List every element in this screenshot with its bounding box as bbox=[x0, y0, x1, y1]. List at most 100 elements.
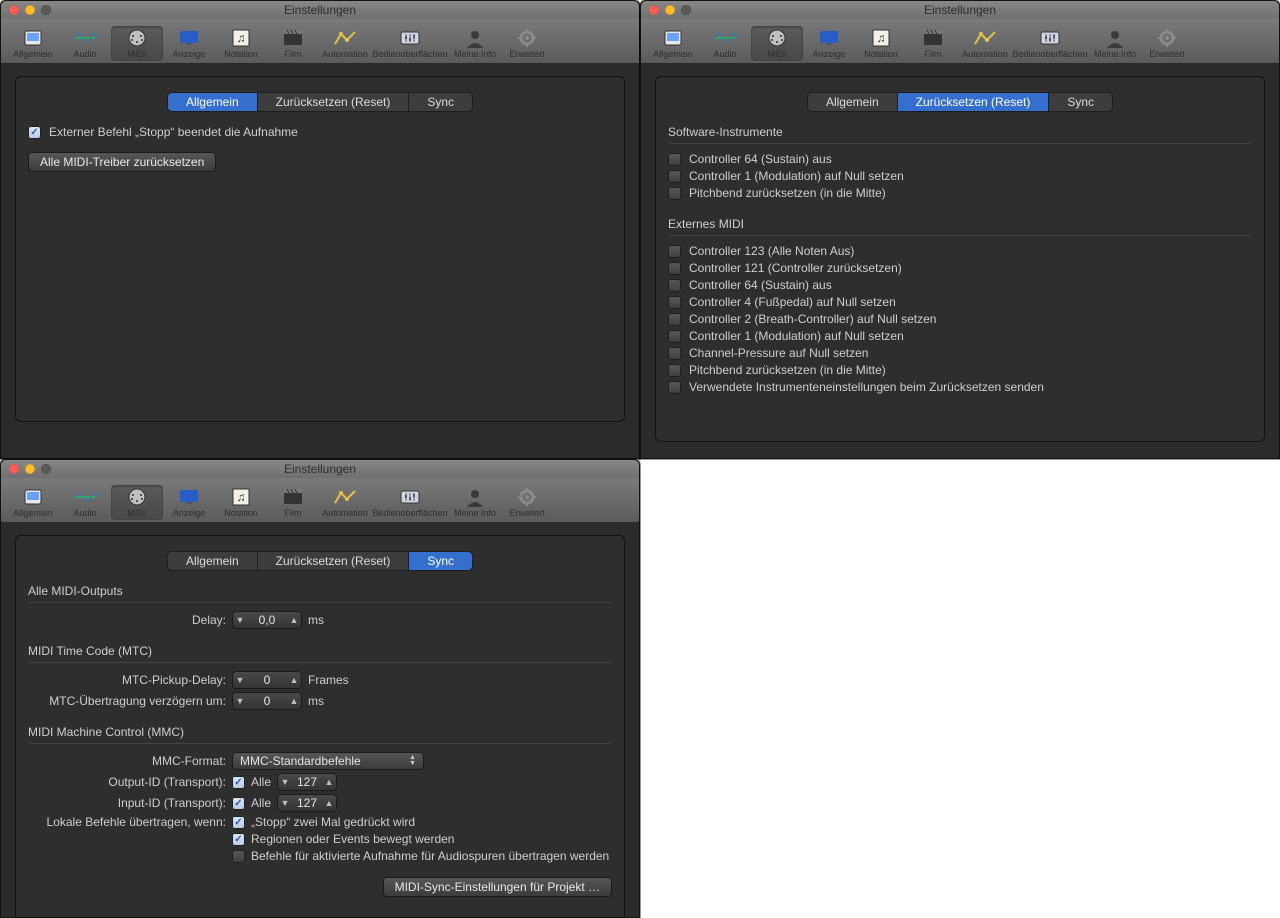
toolbar-notation[interactable]: ♫Notation bbox=[855, 26, 907, 61]
checkbox-icon[interactable] bbox=[668, 262, 681, 275]
tab-allgemein[interactable]: Allgemein bbox=[168, 93, 258, 111]
toolbar-automation[interactable]: Automation bbox=[959, 26, 1011, 61]
toolbar-bedien[interactable]: Bedienoberflächen bbox=[371, 485, 449, 520]
subtab-segmented[interactable]: Allgemein Zurücksetzen (Reset) Sync bbox=[168, 552, 472, 570]
checkbox-icon[interactable] bbox=[668, 330, 681, 343]
stepper-up-icon[interactable]: ▲ bbox=[321, 798, 337, 808]
checkbox-row[interactable]: Pitchbend zurücksetzen (in die Mitte) bbox=[668, 186, 1252, 200]
subtab-segmented[interactable]: Allgemein Zurücksetzen (Reset) Sync bbox=[808, 93, 1112, 111]
toolbar-film[interactable]: Film bbox=[907, 26, 959, 61]
checkbox-icon[interactable] bbox=[668, 245, 681, 258]
project-sync-settings-button[interactable]: MIDI-Sync-Einstellungen für Projekt … bbox=[383, 877, 612, 897]
checkbox-row[interactable]: Controller 4 (Fußpedal) auf Null setzen bbox=[668, 295, 1252, 309]
close-icon[interactable] bbox=[9, 5, 19, 15]
toolbar-audio[interactable]: Audio bbox=[699, 26, 751, 61]
toolbar-bedien[interactable]: Bedienoberflächen bbox=[1011, 26, 1089, 61]
close-icon[interactable] bbox=[649, 5, 659, 15]
delay-stepper[interactable]: ▼ 0,0 ▲ bbox=[232, 611, 302, 629]
toolbar-allgemein[interactable]: Allgemein bbox=[647, 26, 699, 61]
tab-sync[interactable]: Sync bbox=[409, 552, 472, 570]
stepper-up-icon[interactable]: ▲ bbox=[286, 696, 302, 706]
local-regions-checkbox[interactable] bbox=[232, 833, 245, 846]
checkbox-row[interactable]: Controller 64 (Sustain) aus bbox=[668, 278, 1252, 292]
checkbox-row[interactable]: Pitchbend zurücksetzen (in die Mitte) bbox=[668, 363, 1252, 377]
zoom-icon[interactable] bbox=[681, 5, 691, 15]
checkbox-icon[interactable] bbox=[668, 313, 681, 326]
tab-reset[interactable]: Zurücksetzen (Reset) bbox=[258, 552, 410, 570]
titlebar[interactable]: Einstellungen bbox=[641, 1, 1279, 19]
toolbar-film[interactable]: Film bbox=[267, 26, 319, 61]
mtc-tx-stepper[interactable]: ▼ 0 ▲ bbox=[232, 692, 302, 710]
checkbox-icon[interactable] bbox=[668, 381, 681, 394]
close-icon[interactable] bbox=[9, 464, 19, 474]
zoom-icon[interactable] bbox=[41, 5, 51, 15]
input-id-all-checkbox[interactable] bbox=[232, 797, 245, 810]
stepper-down-icon[interactable]: ▼ bbox=[277, 777, 293, 787]
toolbar-erweitert[interactable]: Erweitert bbox=[1141, 26, 1193, 61]
toolbar-audio[interactable]: Audio bbox=[59, 485, 111, 520]
toolbar-meineinfo[interactable]: Meine Info bbox=[1089, 26, 1141, 61]
local-record-checkbox[interactable] bbox=[232, 850, 245, 863]
toolbar-anzeige[interactable]: Anzeige bbox=[803, 26, 855, 61]
tab-allgemein[interactable]: Allgemein bbox=[808, 93, 898, 111]
titlebar[interactable]: Einstellungen bbox=[1, 460, 639, 478]
input-id-stepper[interactable]: ▼ 127 ▲ bbox=[277, 794, 337, 812]
checkbox-row[interactable]: Controller 2 (Breath-Controller) auf Nul… bbox=[668, 312, 1252, 326]
checkbox-icon[interactable] bbox=[668, 153, 681, 166]
checkbox-row[interactable]: Controller 1 (Modulation) auf Null setze… bbox=[668, 169, 1252, 183]
tab-sync[interactable]: Sync bbox=[1049, 93, 1112, 111]
checkbox-row[interactable]: Controller 121 (Controller zurücksetzen) bbox=[668, 261, 1252, 275]
checkbox-row[interactable]: Verwendete Instrumenteneinstellungen bei… bbox=[668, 380, 1252, 394]
minimize-icon[interactable] bbox=[25, 5, 35, 15]
toolbar-automation[interactable]: Automation bbox=[319, 26, 371, 61]
tab-sync[interactable]: Sync bbox=[409, 93, 472, 111]
local-stop-checkbox[interactable] bbox=[232, 816, 245, 829]
input-id-value[interactable]: 127 bbox=[293, 796, 321, 810]
toolbar-anzeige[interactable]: Anzeige bbox=[163, 485, 215, 520]
tab-reset[interactable]: Zurücksetzen (Reset) bbox=[898, 93, 1050, 111]
toolbar-erweitert[interactable]: Erweitert bbox=[501, 485, 553, 520]
toolbar-erweitert[interactable]: Erweitert bbox=[501, 26, 553, 61]
toolbar-bedien[interactable]: Bedienoberflächen bbox=[371, 26, 449, 61]
toolbar-allgemein[interactable]: Allgemein bbox=[7, 26, 59, 61]
stepper-down-icon[interactable]: ▼ bbox=[277, 798, 293, 808]
output-id-value[interactable]: 127 bbox=[293, 775, 321, 789]
toolbar-allgemein[interactable]: Allgemein bbox=[7, 485, 59, 520]
tab-reset[interactable]: Zurücksetzen (Reset) bbox=[258, 93, 410, 111]
delay-value[interactable]: 0,0 bbox=[248, 613, 286, 627]
stepper-down-icon[interactable]: ▼ bbox=[232, 675, 248, 685]
output-id-stepper[interactable]: ▼ 127 ▲ bbox=[277, 773, 337, 791]
checkbox-row[interactable]: Controller 1 (Modulation) auf Null setze… bbox=[668, 329, 1252, 343]
mtc-tx-value[interactable]: 0 bbox=[248, 694, 286, 708]
toolbar-film[interactable]: Film bbox=[267, 485, 319, 520]
checkbox-icon[interactable] bbox=[668, 347, 681, 360]
checkbox-icon[interactable] bbox=[668, 296, 681, 309]
checkbox-icon[interactable] bbox=[668, 187, 681, 200]
zoom-icon[interactable] bbox=[41, 464, 51, 474]
toolbar-notation[interactable]: ♫Notation bbox=[215, 485, 267, 520]
titlebar[interactable]: Einstellungen bbox=[1, 1, 639, 19]
toolbar-midi[interactable]: MIDI bbox=[111, 26, 163, 61]
subtab-segmented[interactable]: Allgemein Zurücksetzen (Reset) Sync bbox=[168, 93, 472, 111]
minimize-icon[interactable] bbox=[25, 464, 35, 474]
checkbox-icon[interactable] bbox=[668, 279, 681, 292]
checkbox-row[interactable]: Controller 123 (Alle Noten Aus) bbox=[668, 244, 1252, 258]
toolbar-anzeige[interactable]: Anzeige bbox=[163, 26, 215, 61]
toolbar-meineinfo[interactable]: Meine Info bbox=[449, 485, 501, 520]
checkbox-row[interactable]: Channel-Pressure auf Null setzen bbox=[668, 346, 1252, 360]
checkbox-row[interactable]: Controller 64 (Sustain) aus bbox=[668, 152, 1252, 166]
toolbar-audio[interactable]: Audio bbox=[59, 26, 111, 61]
checkbox-extern-stopp[interactable]: Externer Befehl „Stopp“ beendet die Aufn… bbox=[28, 125, 612, 139]
stepper-up-icon[interactable]: ▲ bbox=[286, 615, 302, 625]
minimize-icon[interactable] bbox=[665, 5, 675, 15]
checkbox-icon[interactable] bbox=[28, 126, 41, 139]
stepper-up-icon[interactable]: ▲ bbox=[286, 675, 302, 685]
mmc-format-select[interactable]: MMC-Standardbefehle ▲▼ bbox=[232, 752, 424, 770]
stepper-up-icon[interactable]: ▲ bbox=[321, 777, 337, 787]
mtc-pickup-value[interactable]: 0 bbox=[248, 673, 286, 687]
stepper-down-icon[interactable]: ▼ bbox=[232, 615, 248, 625]
toolbar-midi[interactable]: MIDI bbox=[751, 26, 803, 61]
output-id-all-checkbox[interactable] bbox=[232, 776, 245, 789]
toolbar-notation[interactable]: ♫Notation bbox=[215, 26, 267, 61]
reset-midi-drivers-button[interactable]: Alle MIDI-Treiber zurücksetzen bbox=[28, 152, 216, 172]
